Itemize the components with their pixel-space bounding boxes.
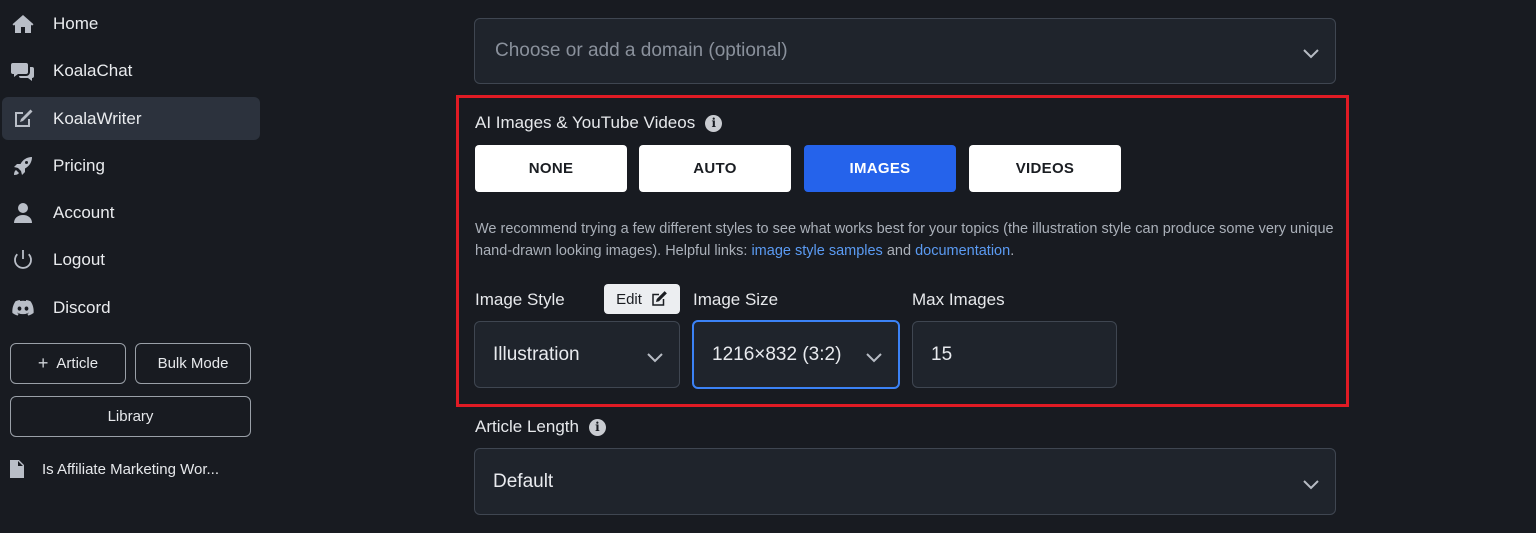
sidebar-item-label: Discord xyxy=(53,297,111,317)
edit-style-button[interactable]: Edit xyxy=(604,284,680,314)
article-length-select[interactable]: Default xyxy=(474,448,1336,515)
max-images-label-text: Max Images xyxy=(912,290,1005,309)
sidebar-item-label: KoalaWriter xyxy=(53,108,142,128)
edit-style-label: Edit xyxy=(616,290,642,308)
power-icon xyxy=(10,247,36,273)
home-icon xyxy=(10,11,36,37)
chevron-down-icon xyxy=(866,350,882,362)
chat-icon xyxy=(10,58,36,84)
media-option-label: VIDEOS xyxy=(1015,160,1075,177)
sidebar-item-koalachat[interactable]: KoalaChat xyxy=(2,49,260,92)
recent-article-link[interactable]: Is Affiliate Marketing Wor... xyxy=(10,456,260,482)
chevron-down-icon xyxy=(1303,46,1319,59)
sidebar-item-home[interactable]: Home xyxy=(2,2,260,45)
article-length-label: Article Length i xyxy=(475,417,606,437)
sidebar: Home KoalaChat KoalaWriter Pricing Accou… xyxy=(0,0,270,533)
media-option-auto[interactable]: AUTO xyxy=(639,145,791,192)
edit-icon xyxy=(652,291,667,306)
sidebar-item-discord[interactable]: Discord xyxy=(2,286,260,329)
discord-icon xyxy=(10,295,36,321)
rocket-icon xyxy=(10,153,36,179)
media-option-label: NONE xyxy=(528,160,574,177)
sidebar-item-label: Home xyxy=(53,13,99,33)
chevron-down-icon xyxy=(1303,477,1319,489)
media-option-images[interactable]: IMAGES xyxy=(804,145,956,192)
article-length-title: Article Length xyxy=(475,417,579,436)
media-option-videos[interactable]: VIDEOS xyxy=(969,145,1121,192)
sidebar-item-label: Account xyxy=(53,202,115,222)
media-section-label: AI Images & YouTube Videos i xyxy=(475,113,723,133)
image-style-select[interactable]: Illustration xyxy=(474,321,680,388)
app-root: Home KoalaChat KoalaWriter Pricing Accou… xyxy=(0,0,1536,533)
plus-icon: + xyxy=(37,353,49,373)
new-article-button[interactable]: + Article xyxy=(10,343,126,384)
sidebar-item-account[interactable]: Account xyxy=(2,191,260,234)
domain-select-placeholder: Choose or add a domain (optional) xyxy=(495,40,788,61)
image-style-label-text: Image Style xyxy=(475,290,565,309)
help-text-middle: and xyxy=(882,243,916,259)
max-images-input[interactable] xyxy=(912,321,1117,388)
sidebar-item-label: Pricing xyxy=(53,155,105,175)
user-icon xyxy=(10,200,36,226)
sidebar-item-logout[interactable]: Logout xyxy=(2,238,260,281)
image-style-label: Image Style xyxy=(475,290,565,310)
library-label: Library xyxy=(107,408,154,425)
chevron-down-icon xyxy=(647,350,663,362)
bulk-mode-label: Bulk Mode xyxy=(157,355,229,372)
domain-select[interactable]: Choose or add a domain (optional) xyxy=(474,18,1336,84)
info-icon[interactable]: i xyxy=(588,418,606,436)
image-size-label: Image Size xyxy=(693,290,778,310)
documentation-link[interactable]: documentation xyxy=(915,243,1010,259)
sidebar-item-label: KoalaChat xyxy=(53,60,133,80)
edit-icon xyxy=(10,106,36,132)
help-text-suffix: . xyxy=(1010,243,1015,259)
bulk-mode-button[interactable]: Bulk Mode xyxy=(135,343,251,384)
info-icon[interactable]: i xyxy=(705,114,723,132)
sidebar-item-label: Logout xyxy=(53,249,105,269)
image-style-samples-link[interactable]: image style samples xyxy=(751,243,882,259)
media-section-title: AI Images & YouTube Videos xyxy=(475,113,696,132)
image-size-value: 1216×832 (3:2) xyxy=(712,343,842,365)
image-size-select[interactable]: 1216×832 (3:2) xyxy=(692,320,900,389)
media-option-label: IMAGES xyxy=(849,160,911,177)
media-option-label: AUTO xyxy=(693,160,737,177)
max-images-label: Max Images xyxy=(912,290,1005,310)
document-icon xyxy=(10,460,24,478)
image-style-value: Illustration xyxy=(493,343,580,365)
image-size-label-text: Image Size xyxy=(693,290,779,309)
article-length-value: Default xyxy=(493,470,554,492)
sidebar-item-koalawriter[interactable]: KoalaWriter xyxy=(2,97,260,140)
media-option-none[interactable]: NONE xyxy=(475,145,627,192)
sidebar-item-pricing[interactable]: Pricing xyxy=(2,144,260,187)
media-help-text: We recommend trying a few different styl… xyxy=(475,218,1335,262)
new-article-label: Article xyxy=(56,355,99,372)
library-button[interactable]: Library xyxy=(10,396,251,437)
recent-article-title: Is Affiliate Marketing Wor... xyxy=(42,460,220,478)
